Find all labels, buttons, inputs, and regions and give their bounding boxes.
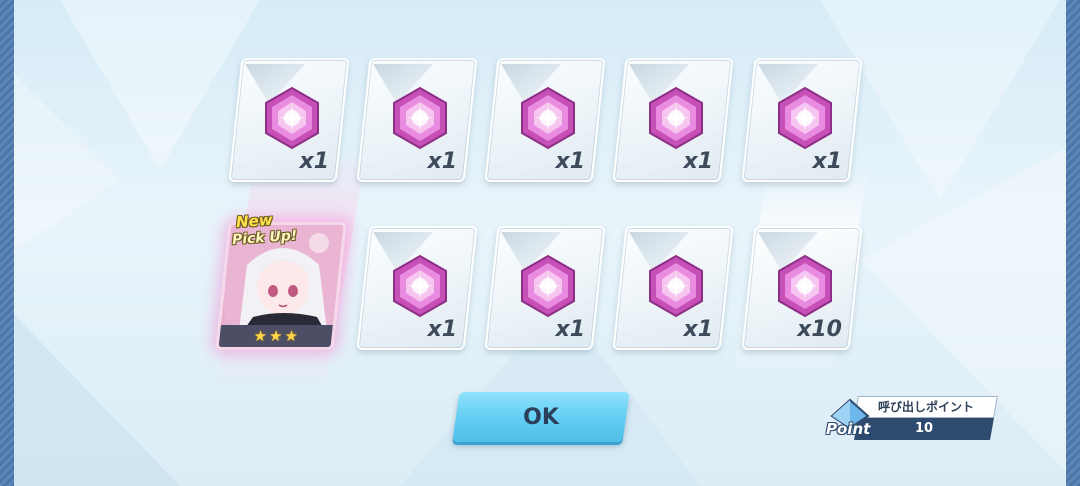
reward-quantity: x1 — [683, 149, 714, 174]
ok-button-label: OK — [523, 404, 559, 430]
reward-quantity: x1 — [812, 149, 843, 174]
pink-hexagon-gem-icon — [390, 254, 450, 318]
ok-button[interactable]: OK — [452, 392, 630, 442]
pink-hexagon-gem-icon — [775, 86, 835, 150]
pink-hexagon-gem-icon — [646, 86, 706, 150]
reward-card[interactable]: x1 — [612, 58, 734, 182]
reward-card[interactable]: x10 — [741, 226, 863, 350]
summon-points-value: 10 — [854, 418, 994, 440]
reward-card[interactable]: x1 — [356, 226, 478, 350]
pink-hexagon-gem-icon — [518, 254, 578, 318]
reward-quantity: x1 — [683, 317, 714, 342]
reward-quantity: x1 — [299, 149, 330, 174]
pink-hexagon-gem-icon — [646, 254, 706, 318]
summon-points-panel: 呼び出しポイント 10 Point — [826, 396, 998, 444]
rarity-bar: ★ ★ ★ — [218, 325, 333, 347]
new-badge: New — [235, 210, 274, 232]
reward-card[interactable]: x1 — [612, 226, 734, 350]
reward-quantity: x1 — [555, 149, 586, 174]
star-icon: ★ — [283, 326, 299, 345]
star-icon: ★ — [252, 326, 269, 345]
right-border-stripe — [1066, 0, 1080, 486]
reward-card[interactable]: x1 — [741, 58, 863, 182]
pink-hexagon-gem-icon — [390, 86, 450, 150]
reward-quantity: x1 — [427, 149, 458, 174]
reward-card[interactable]: x1 — [356, 58, 478, 182]
summon-points-title: 呼び出しポイント — [854, 396, 998, 418]
reward-quantity: x1 — [555, 317, 586, 342]
gacha-result-screen: x1 x1 x1 x1 x1 x1 x1 x1 x10 ★ ★ ★ New Pi… — [0, 0, 1080, 486]
point-label: Point — [826, 420, 871, 438]
pink-hexagon-gem-icon — [775, 254, 835, 318]
reward-quantity: x1 — [427, 317, 458, 342]
reward-card[interactable]: x1 — [228, 58, 350, 182]
reward-card[interactable]: x1 — [484, 58, 606, 182]
star-icon: ★ — [268, 326, 284, 345]
pink-hexagon-gem-icon — [262, 86, 322, 150]
reward-card[interactable]: x1 — [484, 226, 606, 350]
pink-hexagon-gem-icon — [518, 86, 578, 150]
reward-quantity: x10 — [797, 317, 842, 342]
left-border-stripe — [0, 0, 14, 486]
